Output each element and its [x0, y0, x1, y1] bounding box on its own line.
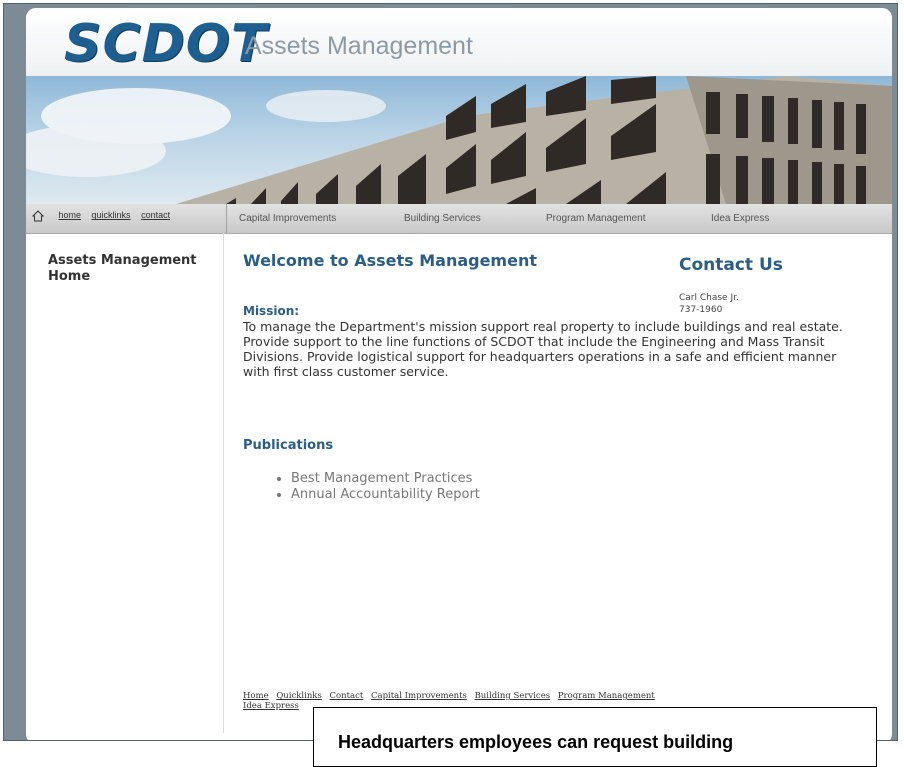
mission-text: To manage the Department's mission suppo… — [243, 319, 843, 379]
mission-label: Mission: — [243, 304, 300, 318]
sidebar-divider — [223, 233, 224, 733]
banner-image — [26, 76, 892, 204]
footer-link-contact[interactable]: Contact — [330, 691, 364, 701]
building-illustration — [26, 76, 892, 204]
utility-nav: home quicklinks contact — [32, 210, 178, 222]
nav-idea-express[interactable]: Idea Express — [711, 213, 769, 224]
footer-link-building-services[interactable]: Building Services — [475, 691, 551, 701]
scdot-logo[interactable]: SCDOT — [64, 14, 267, 74]
contact-info: Carl Chase Jr. 737-1960 — [679, 292, 739, 316]
footer-link-home[interactable]: Home — [243, 691, 269, 701]
footer-link-quicklinks[interactable]: Quicklinks — [276, 691, 322, 701]
publication-link-accountability[interactable]: Annual Accountability Report — [291, 487, 480, 503]
contact-phone: 737-1960 — [679, 305, 723, 315]
nav-capital-improvements[interactable]: Capital Improvements — [239, 213, 336, 224]
nav-program-management[interactable]: Program Management — [546, 213, 646, 224]
publications-heading: Publications — [243, 438, 334, 453]
page-title: Welcome to Assets Management — [243, 251, 537, 270]
nav-building-services[interactable]: Building Services — [404, 213, 481, 224]
util-link-home[interactable]: home — [59, 210, 82, 220]
util-link-contact[interactable]: contact — [141, 210, 170, 220]
browser-frame: SCDOT Assets Management home quicklinks … — [3, 3, 898, 741]
site-title: Assets Management — [245, 32, 473, 60]
nav-bar: home quicklinks contact Capital Improvem… — [26, 204, 892, 234]
caption-overlay: Headquarters employees can request build… — [313, 707, 877, 767]
util-link-quicklinks[interactable]: quicklinks — [92, 210, 131, 220]
site-header: SCDOT Assets Management — [26, 8, 892, 76]
nav-divider — [226, 204, 227, 233]
contact-name: Carl Chase Jr. — [679, 293, 739, 303]
sidebar-title[interactable]: Assets Management Home — [48, 253, 218, 285]
footer-link-capital-improvements[interactable]: Capital Improvements — [371, 691, 467, 701]
contact-heading: Contact Us — [679, 255, 783, 275]
publication-link-bmp[interactable]: Best Management Practices — [291, 471, 480, 487]
page: SCDOT Assets Management home quicklinks … — [26, 8, 892, 740]
footer-link-idea-express[interactable]: Idea Express — [243, 701, 299, 711]
caption-text: Headquarters employees can request build… — [338, 732, 734, 752]
house-icon[interactable] — [32, 210, 44, 222]
footer-link-program-management[interactable]: Program Management — [558, 691, 655, 701]
publications-list: Best Management Practices Annual Account… — [273, 471, 480, 503]
